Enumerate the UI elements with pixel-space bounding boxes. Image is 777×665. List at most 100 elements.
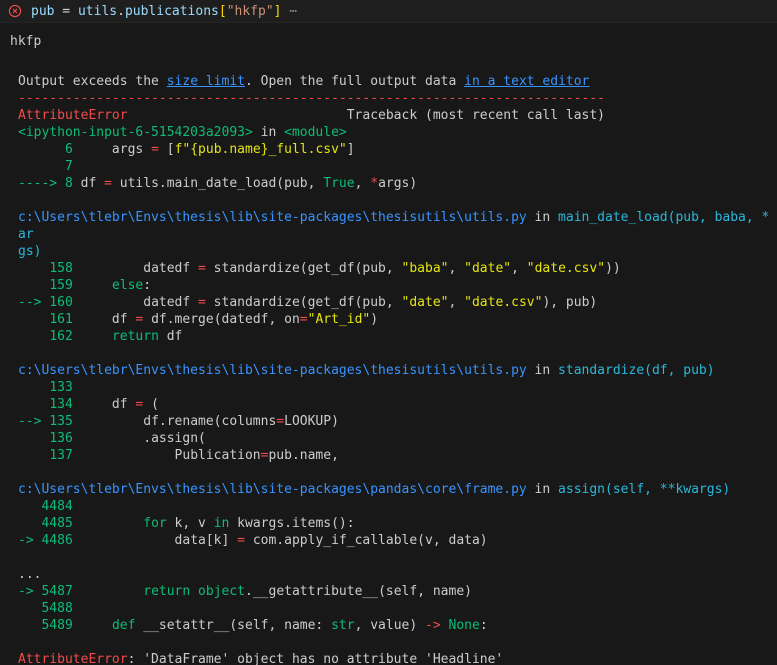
text-segment: . Open the full output data (245, 74, 465, 89)
text-segment: 137 (18, 448, 73, 463)
text-segment: pub.name, (268, 448, 339, 463)
text-segment: = (104, 176, 112, 191)
file-path-link[interactable]: c:\Users\tlebr\Envs\thesis\lib\site-pack… (18, 363, 527, 378)
text-segment: = (237, 533, 245, 548)
traceback-line: --> 160 datedf = standardize(get_df(pub,… (18, 294, 771, 311)
open-text-editor-link[interactable]: in a text editor (464, 74, 589, 89)
text-segment: def (111, 618, 136, 633)
text-segment: .__getattribute__(self, name) (245, 584, 472, 599)
text-segment: df.rename(columns (72, 414, 277, 429)
file-path-link[interactable]: c:\Users\tlebr\Envs\thesis\lib\site-pack… (18, 210, 527, 225)
text-segment: <module> (284, 125, 347, 140)
text-segment: datedf (72, 261, 199, 276)
text-segment: assign(self, **kwargs) (558, 482, 731, 497)
text-segment: "hkfp" (226, 3, 274, 19)
text-segment: object (198, 584, 246, 599)
notebook-error-view: pub = utils.publications["hkfp"] ⋯ hkfp … (0, 0, 777, 665)
text-segment (190, 584, 198, 599)
text-segment: 134 (18, 397, 73, 412)
text-segment: 136 (18, 431, 73, 446)
text-segment: -> 4486 (18, 533, 73, 548)
text-segment: : (479, 618, 488, 633)
traceback-line: ----> 8 df = utils.main_date_load(pub, T… (18, 175, 771, 192)
text-segment: str (331, 618, 355, 633)
text-segment: kwargs.items(): (229, 516, 355, 531)
text-segment: 4484 (18, 499, 73, 514)
collapsed-code-indicator[interactable]: ⋯ (289, 4, 297, 19)
text-segment (73, 516, 143, 531)
traceback-line: 162 return df (18, 328, 771, 345)
traceback-line: <ipython-input-6-5154203a2093> in <modul… (18, 124, 771, 141)
text-segment: publications (124, 3, 219, 19)
traceback-line: c:\Users\tlebr\Envs\thesis\lib\site-pack… (18, 481, 771, 498)
text-segment (73, 618, 112, 633)
text-segment: ) (370, 312, 379, 327)
text-segment: = (198, 261, 206, 276)
text-segment (73, 329, 112, 344)
text-segment: gs) (18, 244, 42, 259)
text-segment: else (111, 278, 144, 293)
text-segment: 5488 (18, 601, 73, 616)
text-segment: [ (218, 3, 227, 19)
text-segment: k, v (166, 516, 214, 531)
text-segment: in (526, 482, 559, 497)
traceback-line: 134 df = ( (18, 396, 771, 413)
text-segment: df (72, 397, 136, 412)
text-segment: __setattr__(self, name: (135, 618, 332, 633)
file-path-link[interactable]: c:\Users\tlebr\Envs\thesis\lib\site-pack… (18, 482, 527, 497)
traceback: ----------------------------------------… (18, 90, 771, 665)
traceback-line: 159 else: (18, 277, 771, 294)
text-segment: ----> 8 (18, 176, 73, 191)
text-segment: ( (143, 397, 159, 412)
traceback-line (18, 549, 771, 566)
text-segment: return (143, 584, 191, 599)
text-segment: return (111, 329, 159, 344)
text-segment: "Art_id" (307, 312, 371, 327)
text-segment: --> 160 (18, 295, 73, 310)
text-segment: AttributeError (18, 108, 128, 123)
text-segment: args) (378, 176, 418, 191)
text-segment: ] (346, 142, 355, 157)
text-segment: --> 135 (18, 414, 73, 429)
text-segment: = (299, 312, 308, 327)
text-segment: 161 (18, 312, 73, 327)
text-segment (73, 584, 143, 599)
traceback-line: 7 (18, 158, 771, 175)
text-segment: ... (18, 567, 42, 582)
text-segment: : 'DataFrame' object has no attribute 'H… (127, 652, 504, 665)
text-segment: LOOKUP) (284, 414, 339, 429)
traceback-line: -> 4486 data[k] = com.apply_if_callable(… (18, 532, 771, 549)
text-segment: com.apply_if_callable(v, data) (245, 533, 488, 548)
text-segment: . (117, 3, 125, 19)
traceback-line: -> 5487 return object.__getattribute__(s… (18, 583, 771, 600)
text-segment: AttributeError (18, 652, 128, 665)
text-segment: df (72, 312, 136, 327)
traceback-line (18, 192, 771, 209)
traceback-line: gs) (18, 243, 771, 260)
text-segment: .assign( (72, 431, 206, 446)
size-limit-link[interactable]: size limit (167, 74, 245, 89)
text-segment: in (213, 516, 230, 531)
text-segment: <ipython-input-6-5154203a2093> (18, 125, 253, 140)
text-segment: df (72, 176, 105, 191)
stream-output: hkfp (10, 34, 42, 49)
traceback-line: ... (18, 566, 771, 583)
traceback-line: AttributeError Traceback (most recent ca… (18, 107, 771, 124)
text-segment: datedf (72, 295, 199, 310)
traceback-line: 4485 for k, v in kwargs.items(): (18, 515, 771, 532)
traceback-line: c:\Users\tlebr\Envs\thesis\lib\site-pack… (18, 209, 771, 243)
text-segment: * (370, 176, 379, 191)
cell-code: pub = utils.publications["hkfp"] ⋯ (31, 4, 297, 19)
output-size-warning: Output exceeds the size limit. Open the … (18, 73, 771, 90)
traceback-line: 161 df = df.merge(datedf, on="Art_id") (18, 311, 771, 328)
traceback-line: 5489 def __setattr__(self, name: str, va… (18, 617, 771, 634)
cell-input-line[interactable]: pub = utils.publications["hkfp"] ⋯ (0, 0, 777, 23)
text-segment: f"{pub.name}_full.csv" (174, 142, 347, 157)
traceback-line: c:\Users\tlebr\Envs\thesis\lib\site-pack… (18, 362, 771, 379)
text-segment: for (143, 516, 167, 531)
text-segment: 4485 (18, 516, 73, 531)
text-segment: "date.csv" (526, 261, 606, 276)
text-segment: = (54, 3, 78, 19)
text-segment: Publication (72, 448, 261, 463)
text-segment: 7 (18, 159, 81, 174)
